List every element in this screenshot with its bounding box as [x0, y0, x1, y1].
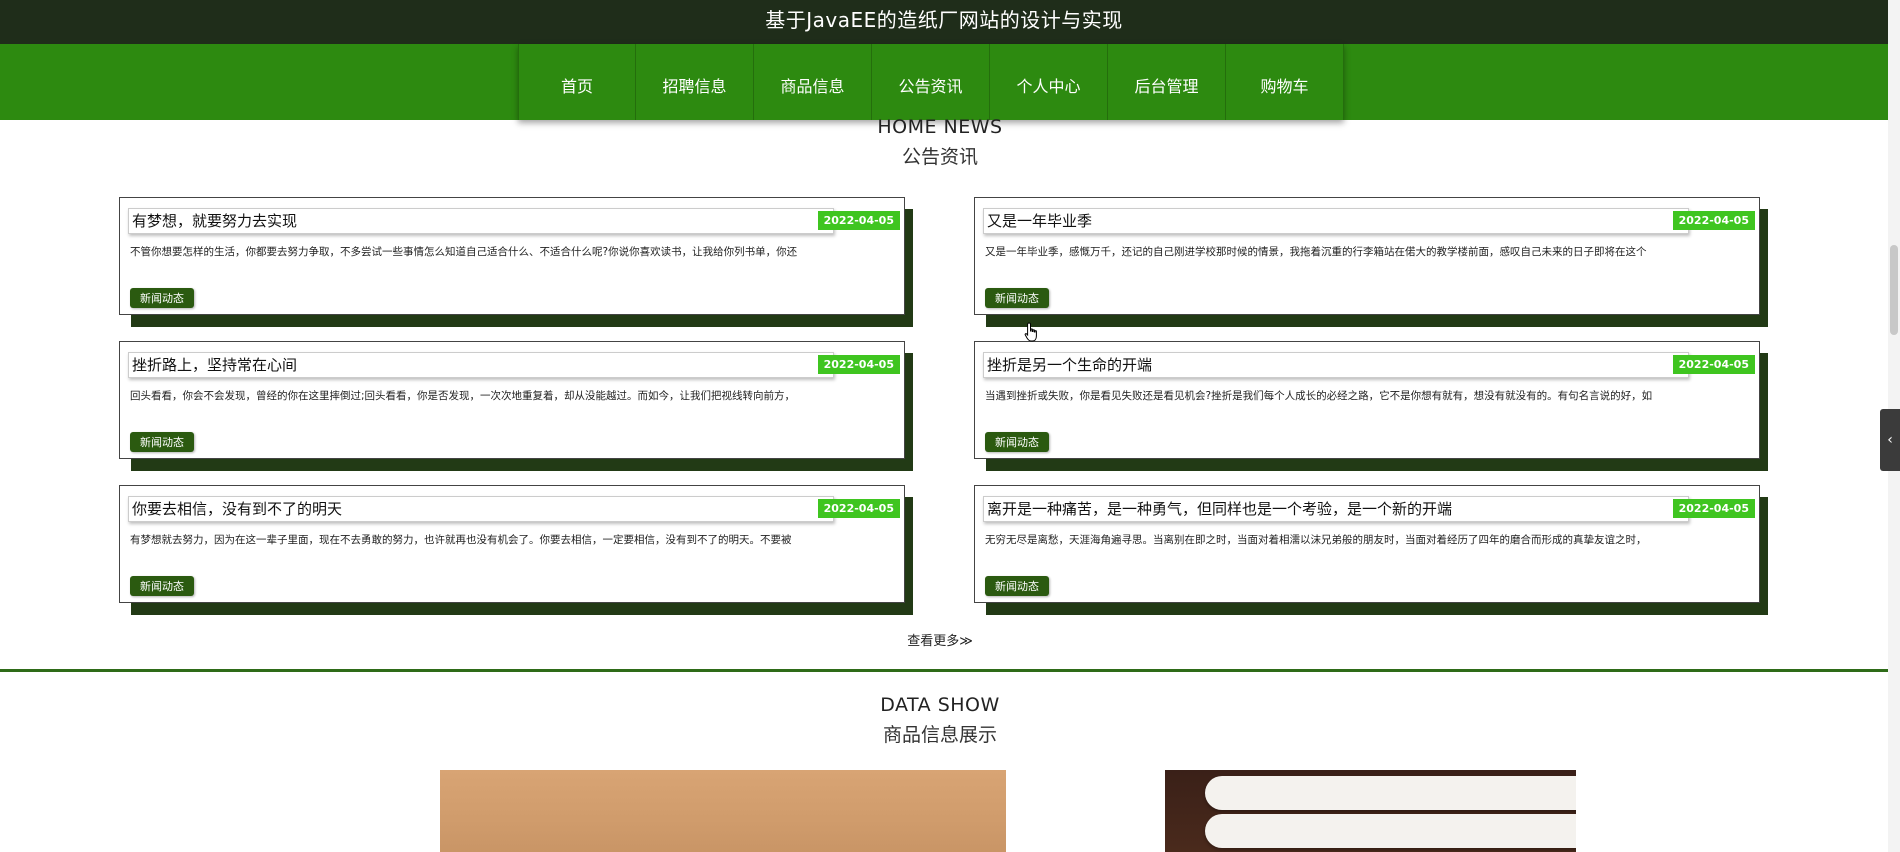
- nav-cart[interactable]: 购物车: [1226, 44, 1344, 120]
- news-card-summary: 有梦想就去努力，因为在这一辈子里面，现在不去勇敢的努力，也许就再也没有机会了。你…: [130, 534, 792, 546]
- news-card-summary: 回头看看，你会不会发现，曾经的你在这里摔倒过;回头看看，你是否发现，一次次地重复…: [130, 390, 796, 402]
- product-title-en: DATA SHOW: [880, 694, 1000, 716]
- news-card-date: 2022-04-05: [1672, 499, 1755, 518]
- news-title-en: HOME NEWS: [877, 116, 1003, 138]
- nav-user-center[interactable]: 个人中心: [990, 44, 1108, 120]
- site-title: 基于JavaEE的造纸厂网站的设计与实现: [765, 8, 1123, 32]
- site-header: 基于JavaEE的造纸厂网站的设计与实现: [0, 0, 1888, 44]
- product-image[interactable]: [1165, 770, 1576, 852]
- news-card-date: 2022-04-05: [817, 499, 900, 518]
- news-card-title[interactable]: 挫折是另一个生命的开端: [983, 352, 1689, 378]
- news-card-summary: 又是一年毕业季，感慨万千，还记的自己刚进学校那时候的情景，我拖着沉重的行李箱站在…: [985, 246, 1647, 258]
- news-card-title[interactable]: 有梦想，就要努力去实现: [128, 208, 834, 234]
- news-section-heading: HOME NEWS 公告资讯: [0, 116, 1880, 169]
- nav-admin[interactable]: 后台管理: [1108, 44, 1226, 120]
- product-section-heading: DATA SHOW 商品信息展示: [0, 694, 1880, 747]
- side-panel-toggle[interactable]: ‹: [1880, 409, 1900, 471]
- news-category-tag[interactable]: 新闻动态: [130, 288, 194, 308]
- view-more-link[interactable]: 查看更多≫: [0, 630, 1880, 649]
- news-card-date: 2022-04-05: [817, 355, 900, 374]
- product-title-cn: 商品信息展示: [882, 724, 997, 746]
- news-card-title[interactable]: 你要去相信，没有到不了的明天: [128, 496, 834, 522]
- news-category-tag[interactable]: 新闻动态: [985, 288, 1049, 308]
- nav-recruitment[interactable]: 招聘信息: [636, 44, 754, 120]
- hand-cursor-icon: [1024, 322, 1037, 342]
- news-card[interactable]: 离开是一种痛苦，是一种勇气，但同样也是一个考验，是一个新的开端 2022-04-…: [974, 485, 1768, 615]
- news-card-date: 2022-04-05: [1672, 211, 1755, 230]
- news-card-summary: 无穷无尽是离愁，天涯海角遍寻思。当离别在即之时，当面对着相濡以沫兄弟般的朋友时，…: [985, 534, 1647, 546]
- news-card[interactable]: 挫折路上，坚持常在心间 2022-04-05 回头看看，你会不会发现，曾经的你在…: [119, 341, 913, 471]
- news-card-date: 2022-04-05: [817, 211, 900, 230]
- news-card-title[interactable]: 离开是一种痛苦，是一种勇气，但同样也是一个考验，是一个新的开端: [983, 496, 1689, 522]
- news-title-cn: 公告资讯: [901, 146, 978, 168]
- news-card-title[interactable]: 又是一年毕业季: [983, 208, 1689, 234]
- news-card-title[interactable]: 挫折路上，坚持常在心间: [128, 352, 834, 378]
- main-nav: 首页 招聘信息 商品信息 公告资讯 个人中心 后台管理 购物车: [0, 44, 1888, 120]
- news-card-summary: 不管你想要怎样的生活，你都要去努力争取，不多尝试一些事情怎么知道自己适合什么、不…: [130, 246, 798, 258]
- nav-products[interactable]: 商品信息: [754, 44, 872, 120]
- nav-news[interactable]: 公告资讯: [872, 44, 990, 120]
- nav-home[interactable]: 首页: [518, 44, 636, 120]
- news-card[interactable]: 挫折是另一个生命的开端 2022-04-05 当遇到挫折或失败，你是看见失败还是…: [974, 341, 1768, 471]
- news-card[interactable]: 有梦想，就要努力去实现 2022-04-05 不管你想要怎样的生活，你都要去努力…: [119, 197, 913, 327]
- section-divider: [0, 669, 1888, 672]
- product-image[interactable]: [440, 770, 1006, 852]
- news-card-summary: 当遇到挫折或失败，你是看见失败还是看见机会?挫折是我们每个人成长的必经之路，它不…: [985, 390, 1653, 402]
- news-category-tag[interactable]: 新闻动态: [985, 432, 1049, 452]
- news-category-tag[interactable]: 新闻动态: [130, 576, 194, 596]
- scrollbar-thumb[interactable]: [1890, 245, 1898, 335]
- chevron-left-icon: ‹: [1887, 432, 1893, 448]
- news-card[interactable]: 又是一年毕业季 2022-04-05 又是一年毕业季，感慨万千，还记的自己刚进学…: [974, 197, 1768, 327]
- news-card[interactable]: 你要去相信，没有到不了的明天 2022-04-05 有梦想就去努力，因为在这一辈…: [119, 485, 913, 615]
- news-category-tag[interactable]: 新闻动态: [985, 576, 1049, 596]
- news-category-tag[interactable]: 新闻动态: [130, 432, 194, 452]
- news-card-date: 2022-04-05: [1672, 355, 1755, 374]
